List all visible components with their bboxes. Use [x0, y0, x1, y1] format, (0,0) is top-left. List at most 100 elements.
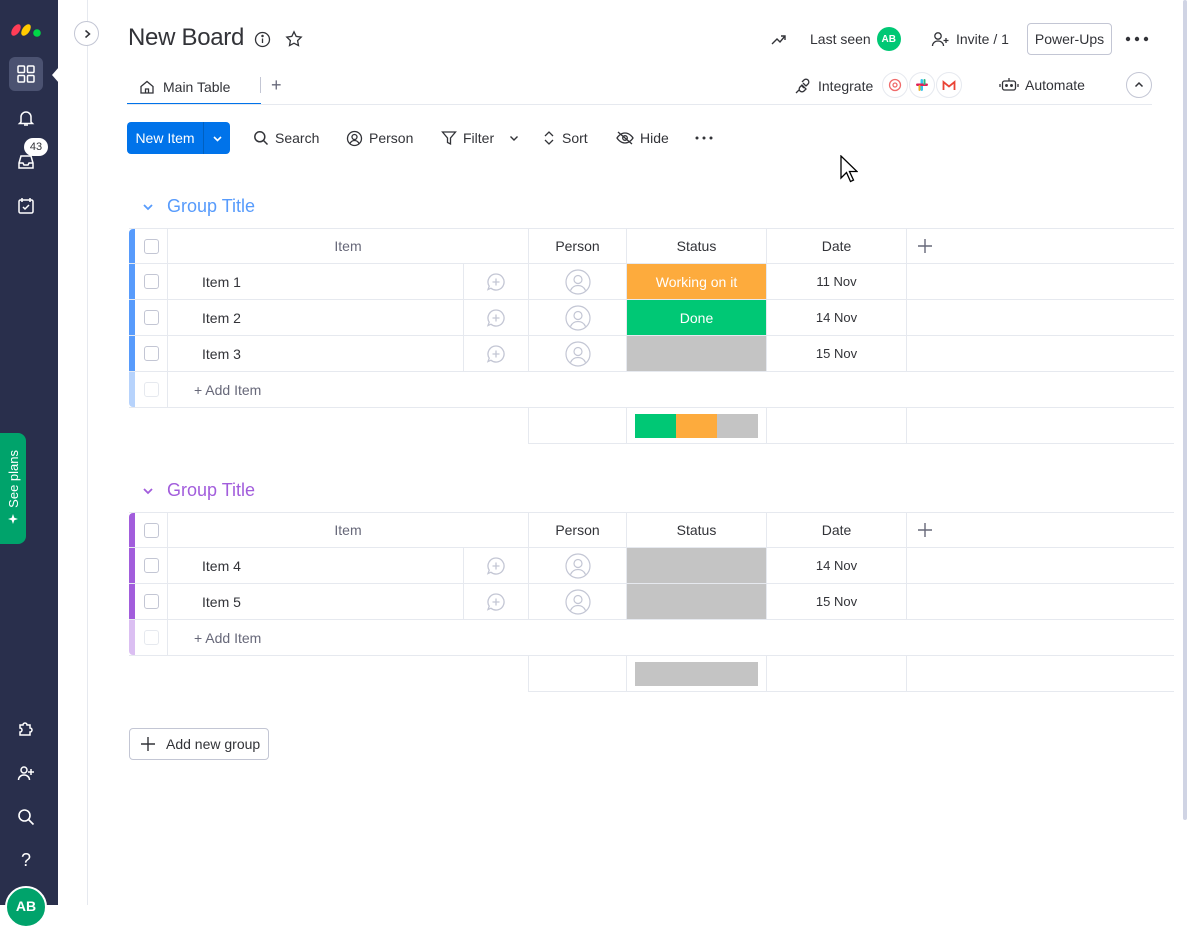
add-column-button[interactable] [907, 513, 1174, 547]
column-header-status[interactable]: Status [627, 513, 767, 547]
workspace-grid-icon[interactable] [9, 57, 43, 91]
date-cell[interactable]: 14 Nov [767, 548, 907, 583]
status-summary-bar[interactable] [635, 662, 758, 686]
search-icon[interactable] [9, 800, 43, 834]
select-all-checkbox[interactable] [143, 238, 159, 254]
invite-members-icon[interactable] [9, 756, 43, 790]
table-row[interactable]: Item 2 Done 14 Nov [129, 300, 1174, 336]
status-summary-bar[interactable] [635, 414, 759, 438]
column-header-date[interactable]: Date [767, 513, 907, 547]
bell-icon[interactable] [9, 101, 43, 135]
tab-main-table[interactable]: Main Table [127, 70, 261, 105]
see-plans-button[interactable]: See plans [0, 433, 26, 544]
help-icon[interactable]: ? [9, 843, 43, 877]
person-cell[interactable] [529, 264, 627, 299]
column-header-item[interactable]: Item [168, 229, 529, 263]
invite-button[interactable]: Invite / 1 [931, 30, 1009, 48]
status-summary-segment[interactable] [676, 414, 717, 438]
person-filter-button[interactable]: Person [346, 122, 413, 154]
status-cell[interactable]: Working on it [627, 264, 767, 299]
add-update-button[interactable] [464, 584, 529, 619]
person-cell[interactable] [529, 336, 627, 371]
item-name[interactable]: Item 3 [168, 336, 464, 371]
hide-button[interactable]: Hide [616, 122, 669, 154]
person-cell[interactable] [529, 548, 627, 583]
group-header[interactable]: Group Title [141, 196, 255, 217]
star-icon[interactable] [285, 30, 303, 48]
item-name[interactable]: Item 5 [168, 584, 464, 619]
row-checkbox[interactable] [143, 274, 159, 289]
status-cell[interactable] [627, 548, 767, 583]
chevron-down-icon[interactable] [141, 484, 155, 498]
add-new-group-button[interactable]: Add new group [129, 728, 269, 760]
monday-logo[interactable] [10, 16, 44, 38]
add-item-input[interactable]: + Add Item [168, 620, 1174, 655]
row-checkbox[interactable] [143, 310, 159, 325]
summary-status[interactable] [627, 408, 767, 443]
column-header-date[interactable]: Date [767, 229, 907, 263]
add-item-input[interactable]: + Add Item [168, 372, 1174, 407]
my-work-calendar-icon[interactable] [9, 189, 43, 223]
filter-button[interactable]: Filter [441, 122, 494, 154]
new-item-dropdown[interactable] [203, 122, 230, 154]
row-checkbox[interactable] [143, 558, 159, 573]
more-options-icon[interactable] [1124, 30, 1150, 48]
automate-button[interactable]: Automate [999, 77, 1085, 93]
row-checkbox[interactable] [143, 594, 159, 609]
group-title[interactable]: Group Title [167, 196, 255, 217]
add-column-button[interactable] [907, 229, 1174, 263]
status-cell[interactable] [627, 584, 767, 619]
info-icon[interactable] [253, 30, 271, 48]
date-cell[interactable]: 11 Nov [767, 264, 907, 299]
chevron-down-icon[interactable] [141, 200, 155, 214]
item-name[interactable]: Item 4 [168, 548, 464, 583]
row-checkbox[interactable] [143, 346, 159, 361]
sort-button[interactable]: Sort [542, 122, 588, 154]
integrate-button[interactable]: Integrate [794, 77, 873, 95]
add-view-button[interactable]: + [271, 75, 282, 96]
date-cell[interactable]: 15 Nov [767, 336, 907, 371]
puzzle-icon[interactable] [9, 712, 43, 746]
person-cell[interactable] [529, 584, 627, 619]
item-name[interactable]: Item 2 [168, 300, 464, 335]
add-update-button[interactable] [464, 300, 529, 335]
column-header-item[interactable]: Item [168, 513, 529, 547]
column-header-person[interactable]: Person [529, 513, 627, 547]
filter-dropdown[interactable] [508, 122, 520, 154]
new-item-label[interactable]: New Item [127, 122, 203, 154]
summary-status[interactable] [627, 656, 767, 691]
search-button[interactable]: Search [253, 122, 319, 154]
table-row[interactable]: Item 1 Working on it 11 Nov [129, 264, 1174, 300]
table-row[interactable]: Item 5 15 Nov [129, 584, 1174, 620]
select-all-checkbox[interactable] [143, 522, 159, 538]
column-header-person[interactable]: Person [529, 229, 627, 263]
collapse-header-button[interactable] [1126, 72, 1152, 98]
status-cell[interactable]: Done [627, 300, 767, 335]
add-update-button[interactable] [464, 264, 529, 299]
table-row[interactable]: Item 3 15 Nov [129, 336, 1174, 372]
activity-trend-icon[interactable] [769, 30, 787, 48]
add-item-row[interactable]: + Add Item [129, 372, 1174, 408]
avatar[interactable]: AB [5, 886, 47, 928]
status-cell[interactable] [627, 336, 767, 371]
last-seen-button[interactable]: Last seen AB [810, 27, 901, 51]
person-cell[interactable] [529, 300, 627, 335]
item-name[interactable]: Item 1 [168, 264, 464, 299]
status-summary-segment[interactable] [635, 662, 758, 686]
expand-panel-button[interactable] [74, 21, 99, 46]
integration-logos[interactable] [881, 72, 962, 98]
add-update-button[interactable] [464, 548, 529, 583]
date-cell[interactable]: 14 Nov [767, 300, 907, 335]
group-title[interactable]: Group Title [167, 480, 255, 501]
new-item-button[interactable]: New Item [127, 122, 230, 154]
column-header-status[interactable]: Status [627, 229, 767, 263]
power-ups-button[interactable]: Power-Ups [1027, 23, 1112, 55]
date-cell[interactable]: 15 Nov [767, 584, 907, 619]
status-summary-segment[interactable] [717, 414, 759, 438]
table-row[interactable]: Item 4 14 Nov [129, 548, 1174, 584]
group-header[interactable]: Group Title [141, 480, 255, 501]
scrollbar[interactable] [1183, 0, 1187, 820]
more-toolbar-options-icon[interactable] [695, 122, 713, 154]
status-summary-segment[interactable] [635, 414, 676, 438]
add-item-row[interactable]: + Add Item [129, 620, 1174, 656]
